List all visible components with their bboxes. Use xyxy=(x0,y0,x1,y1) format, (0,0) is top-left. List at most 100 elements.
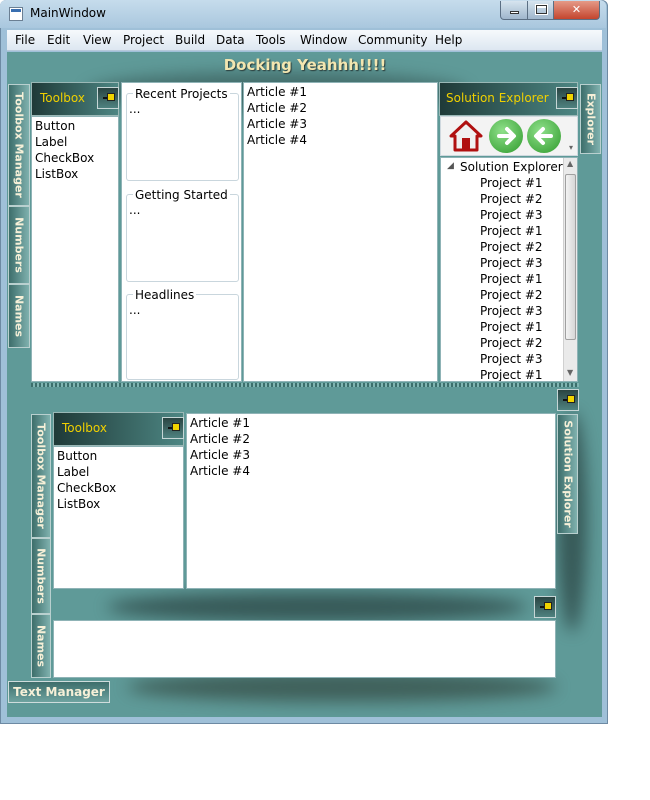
tab-names[interactable]: Names xyxy=(31,614,51,678)
group-content: ... xyxy=(129,203,141,217)
article-item[interactable]: Article #3 xyxy=(247,117,307,131)
menu-build[interactable]: Build xyxy=(175,33,205,47)
vertical-scrollbar[interactable]: ▲ ▼ xyxy=(563,158,577,381)
toolbox-item[interactable]: CheckBox xyxy=(57,481,116,495)
tree-item[interactable]: Project #1 xyxy=(480,224,543,238)
close-button[interactable]: ✕ xyxy=(553,1,600,20)
tree-item[interactable]: Project #2 xyxy=(480,192,543,206)
tree-item[interactable]: Project #1 xyxy=(480,176,543,190)
article-item[interactable]: Article #4 xyxy=(190,464,250,478)
article-item[interactable]: Article #4 xyxy=(247,133,307,147)
tree-item[interactable]: Project #2 xyxy=(480,336,543,350)
title-bar[interactable]: MainWindow ✕ xyxy=(0,0,606,28)
text-output-pane[interactable] xyxy=(53,620,556,678)
start-page-panel: Recent Projects ... Getting Started ... … xyxy=(121,82,242,382)
tab-toolbox-manager[interactable]: Toolbox Manager xyxy=(31,414,51,538)
article-item[interactable]: Article #1 xyxy=(247,85,307,99)
group-getting-started: Getting Started ... xyxy=(126,188,239,282)
minimize-button[interactable] xyxy=(500,1,528,20)
toolbox-item[interactable]: Button xyxy=(35,119,75,133)
tab-label: Names xyxy=(34,624,48,668)
menu-tools[interactable]: Tools xyxy=(256,33,286,47)
group-title: Headlines xyxy=(133,288,197,302)
menu-help[interactable]: Help xyxy=(435,33,462,47)
toolbox-item[interactable]: Button xyxy=(57,449,97,463)
solution-explorer-title: Solution Explorer xyxy=(446,91,549,105)
tree-item[interactable]: Project #2 xyxy=(480,240,543,254)
tab-label: Numbers xyxy=(12,217,26,273)
pin-head-icon xyxy=(567,395,575,403)
article-item[interactable]: Article #1 xyxy=(190,416,250,430)
maximize-button[interactable] xyxy=(527,1,554,20)
pin-head-icon xyxy=(566,93,574,101)
maximize-icon xyxy=(536,5,547,14)
tab-label: Names xyxy=(12,294,26,338)
menu-data[interactable]: Data xyxy=(216,33,245,47)
splitter[interactable] xyxy=(31,383,579,387)
toolbox-list: Button Label CheckBox ListBox xyxy=(53,446,184,589)
menu-bar: File Edit View Project Build Data Tools … xyxy=(7,30,602,51)
tree-item[interactable]: Project #3 xyxy=(480,208,543,222)
pin-head-icon xyxy=(172,423,180,431)
pin-head-icon xyxy=(107,93,115,101)
toolbox-item[interactable]: ListBox xyxy=(57,497,100,511)
tab-names[interactable]: Names xyxy=(8,284,30,348)
group-headlines: Headlines ... xyxy=(126,288,239,380)
backdrop-shadow xyxy=(107,592,527,622)
pin-head-icon xyxy=(544,602,552,610)
tab-explorer[interactable]: Explorer xyxy=(580,84,601,154)
tree-item[interactable]: Project #3 xyxy=(480,256,543,270)
articles-panel: Article #1 Article #2 Article #3 Article… xyxy=(243,82,438,382)
tab-numbers[interactable]: Numbers xyxy=(8,206,30,284)
tab-numbers[interactable]: Numbers xyxy=(31,538,51,614)
pin-button[interactable] xyxy=(162,417,184,439)
tree-item[interactable]: Project #3 xyxy=(480,352,543,366)
pin-button[interactable] xyxy=(97,87,119,109)
article-item[interactable]: Article #3 xyxy=(190,448,250,462)
forward-icon[interactable] xyxy=(489,119,523,153)
tab-toolbox-manager[interactable]: Toolbox Manager xyxy=(8,84,30,206)
article-item[interactable]: Article #2 xyxy=(247,101,307,115)
scroll-down-icon[interactable]: ▼ xyxy=(567,368,573,377)
menu-community[interactable]: Community xyxy=(358,33,427,47)
menu-file[interactable]: File xyxy=(15,33,35,47)
toolbox-title: Toolbox xyxy=(40,91,85,105)
group-content: ... xyxy=(129,303,141,317)
group-recent-projects: Recent Projects ... xyxy=(126,87,239,181)
tree-item[interactable]: Project #3 xyxy=(480,304,543,318)
scroll-thumb[interactable] xyxy=(565,174,576,340)
toolbar-overflow-icon[interactable]: ▾ xyxy=(569,143,573,152)
app-icon xyxy=(9,7,23,21)
pin-button[interactable] xyxy=(557,389,579,411)
tree-item[interactable]: Project #1 xyxy=(480,272,543,286)
expand-icon[interactable]: ◢ xyxy=(447,161,454,171)
toolbox-item[interactable]: CheckBox xyxy=(35,151,94,165)
toolbox-item[interactable]: Label xyxy=(57,465,89,479)
tree-item[interactable]: Project #1 xyxy=(480,320,543,334)
tab-label: Solution Explorer xyxy=(561,420,574,528)
home-icon[interactable] xyxy=(449,119,483,153)
article-item[interactable]: Article #2 xyxy=(190,432,250,446)
toolbox-item[interactable]: ListBox xyxy=(35,167,78,181)
menu-window[interactable]: Window xyxy=(300,33,347,47)
tab-solution-explorer[interactable]: Solution Explorer xyxy=(557,414,578,534)
back-icon[interactable] xyxy=(527,119,561,153)
toolbox-list: Button Label CheckBox ListBox xyxy=(31,116,119,382)
scroll-up-icon[interactable]: ▲ xyxy=(567,159,573,168)
tab-text-manager[interactable]: Text Manager xyxy=(8,681,110,703)
toolbox-item[interactable]: Label xyxy=(35,135,67,149)
pin-button[interactable] xyxy=(534,596,556,618)
close-icon: ✕ xyxy=(571,3,582,16)
page-title: Docking Yeahhh!!!! xyxy=(223,56,387,74)
pin-button[interactable] xyxy=(556,87,578,109)
menu-edit[interactable]: Edit xyxy=(47,33,70,47)
window-title: MainWindow xyxy=(30,6,106,20)
menu-view[interactable]: View xyxy=(83,33,111,47)
minimize-icon xyxy=(510,11,519,14)
tree-item[interactable]: Project #1 xyxy=(480,368,543,381)
tree-item[interactable]: Project #2 xyxy=(480,288,543,302)
articles-panel: Article #1 Article #2 Article #3 Article… xyxy=(186,413,556,589)
tab-label: Explorer xyxy=(584,92,597,146)
tree-root[interactable]: Solution Explorer xyxy=(460,160,563,174)
menu-project[interactable]: Project xyxy=(123,33,164,47)
